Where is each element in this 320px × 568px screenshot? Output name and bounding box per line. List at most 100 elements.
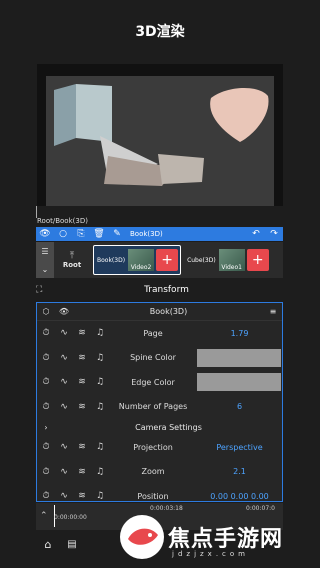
property-row[interactable]: ⏱ ∿ ≋ ♫ Projection Perspective: [37, 435, 282, 460]
watermark-text: 焦点手游网: [168, 527, 284, 552]
circle-icon[interactable]: ○: [54, 227, 72, 241]
property-row[interactable]: ⏱ ∿ ≋ ♫ Page 1.79: [37, 321, 282, 346]
graph-icon[interactable]: ∿: [55, 353, 73, 363]
eye-icon[interactable]: 👁: [36, 227, 54, 241]
timeline-marker-time: 0:00:03:18: [150, 505, 183, 512]
property-row[interactable]: ⏱ ∿ ≋ ♫ Edge Color: [37, 370, 282, 395]
home-icon[interactable]: ⌂: [36, 538, 60, 551]
transform-title: Transform: [144, 285, 189, 295]
fish-body: [128, 528, 158, 545]
audio-icon[interactable]: ♫: [91, 442, 109, 452]
timeline-start-time: 0:00:00:00: [54, 514, 87, 521]
graph-icon[interactable]: ∿: [55, 402, 73, 412]
graph-icon[interactable]: ∿: [55, 491, 73, 501]
spine-color-swatch[interactable]: [197, 348, 281, 367]
edge-color-swatch[interactable]: [197, 373, 281, 392]
root-button[interactable]: ⤒ Root: [54, 242, 90, 278]
property-value[interactable]: 1.79: [197, 329, 282, 338]
fish-logo-icon: [120, 515, 164, 559]
comment-icon[interactable]: ▤: [60, 539, 84, 550]
transform-row[interactable]: ⛶ Transform: [36, 280, 283, 300]
audio-icon[interactable]: ♫: [91, 377, 109, 387]
preview-render: [54, 84, 269, 186]
stopwatch-icon[interactable]: ⏱: [37, 442, 55, 452]
audio-icon[interactable]: ♫: [91, 491, 109, 501]
wiggle-icon[interactable]: ≋: [73, 442, 91, 452]
list-icon[interactable]: ☰: [41, 247, 48, 256]
chevron-up-icon[interactable]: ⌃: [40, 511, 48, 521]
preview-canvas[interactable]: [46, 76, 274, 206]
layer-tile-name: Book(3D): [97, 256, 126, 264]
layer-thumbnail: Video1: [218, 249, 245, 271]
layer-tile-name: Cube(3D): [187, 256, 216, 264]
graph-icon[interactable]: ∿: [55, 442, 73, 452]
property-row[interactable]: ⏱ ∿ ≋ ♫ Position 0.00 0.00 0.00: [37, 484, 282, 501]
wiggle-icon[interactable]: ≋: [73, 402, 91, 412]
layer-side-controls: ☰ ⌄: [36, 242, 54, 278]
property-label: Position: [137, 491, 169, 501]
layer-strip: ☰ ⌄ ⤒ Root Book(3D) Video2 + Cube(3D) Vi…: [36, 242, 283, 278]
upload-icon: ⤒: [70, 251, 74, 261]
stopwatch-icon[interactable]: ⏱: [37, 491, 55, 501]
stopwatch-icon[interactable]: ⏱: [37, 377, 55, 387]
property-value[interactable]: 2.1: [197, 467, 282, 476]
header: 3D渲染: [0, 0, 320, 62]
page-title: 3D渲染: [135, 24, 185, 40]
trash-icon[interactable]: 🗑: [90, 227, 108, 241]
eye-icon[interactable]: 👁: [55, 307, 73, 316]
wiggle-icon[interactable]: ≋: [73, 377, 91, 387]
graph-icon[interactable]: ∿: [55, 377, 73, 387]
layer-thumbnail-label: Video1: [221, 264, 242, 271]
chevron-down-icon[interactable]: ⌄: [42, 265, 49, 274]
audio-icon[interactable]: ♫: [91, 467, 109, 477]
fish-eye: [148, 533, 152, 537]
layer-thumbnail: Video2: [128, 249, 155, 271]
cube-face-left: [54, 84, 76, 146]
layer-tile-cube[interactable]: Cube(3D) Video1 +: [184, 245, 271, 275]
property-value[interactable]: 0.00 0.00 0.00: [197, 492, 282, 501]
graph-icon[interactable]: ∿: [55, 328, 73, 338]
wiggle-icon[interactable]: ≋: [73, 328, 91, 338]
wiggle-icon[interactable]: ≋: [73, 467, 91, 477]
stopwatch-icon[interactable]: ⏱: [37, 402, 55, 412]
stopwatch-icon[interactable]: ⏱: [37, 467, 55, 477]
pencil-icon[interactable]: ✎: [108, 227, 126, 241]
redo-icon[interactable]: ↷: [265, 227, 283, 241]
copy-icon[interactable]: ⎘: [72, 227, 90, 241]
property-label: Zoom: [141, 467, 165, 477]
graph-icon[interactable]: ∿: [55, 467, 73, 477]
property-row[interactable]: ⏱ ∿ ≋ ♫ Zoom 2.1: [37, 460, 282, 485]
menu-icon[interactable]: ≡: [264, 307, 282, 316]
property-label: Number of Pages: [118, 402, 188, 412]
layer-toolbar: 👁 ○ ⎘ 🗑 ✎ Book(3D) ↶ ↷: [36, 227, 283, 241]
property-row[interactable]: ⏱ ∿ ≋ ♫ Number of Pages 6: [37, 395, 282, 420]
audio-icon[interactable]: ♫: [91, 353, 109, 363]
wiggle-icon[interactable]: ≋: [73, 353, 91, 363]
fish-logo-graphic: [128, 528, 158, 545]
breadcrumb: Root/Book(3D): [37, 217, 88, 225]
panel-title: Book(3D): [149, 307, 188, 316]
panel-header: ⬡ 👁 Book(3D) ≡: [37, 303, 282, 321]
watermark-subtext: jdzjzx.com: [172, 550, 249, 558]
property-value[interactable]: 6: [197, 402, 282, 411]
cube-icon: ⬡: [42, 307, 50, 316]
wiggle-icon[interactable]: ≋: [73, 491, 91, 501]
property-row[interactable]: ⏱ ∿ ≋ ♫ Spine Color: [37, 346, 282, 371]
camera-settings-section[interactable]: › Camera Settings: [37, 419, 282, 435]
stopwatch-icon[interactable]: ⏱: [37, 328, 55, 338]
add-layer-button[interactable]: +: [246, 249, 269, 271]
properties-panel: ⬡ 👁 Book(3D) ≡ ⏱ ∿ ≋ ♫ Page 1.79 ⏱ ∿ ≋ ♫…: [36, 302, 283, 502]
property-label: Projection: [133, 442, 173, 452]
add-layer-button[interactable]: +: [156, 249, 179, 271]
stopwatch-icon[interactable]: ⏱: [37, 353, 55, 363]
root-label: Root: [62, 261, 82, 269]
audio-icon[interactable]: ♫: [91, 402, 109, 412]
audio-icon[interactable]: ♫: [91, 328, 109, 338]
transform-icon: ⛶: [36, 285, 43, 295]
watermark-logo: 焦点手游网 jdzjzx.com: [120, 512, 320, 562]
layer-tile-book[interactable]: Book(3D) Video2 +: [93, 245, 182, 275]
undo-icon[interactable]: ↶: [247, 227, 265, 241]
property-value[interactable]: Perspective: [197, 443, 282, 452]
property-label: Page: [143, 328, 163, 338]
book-page: [158, 154, 204, 184]
